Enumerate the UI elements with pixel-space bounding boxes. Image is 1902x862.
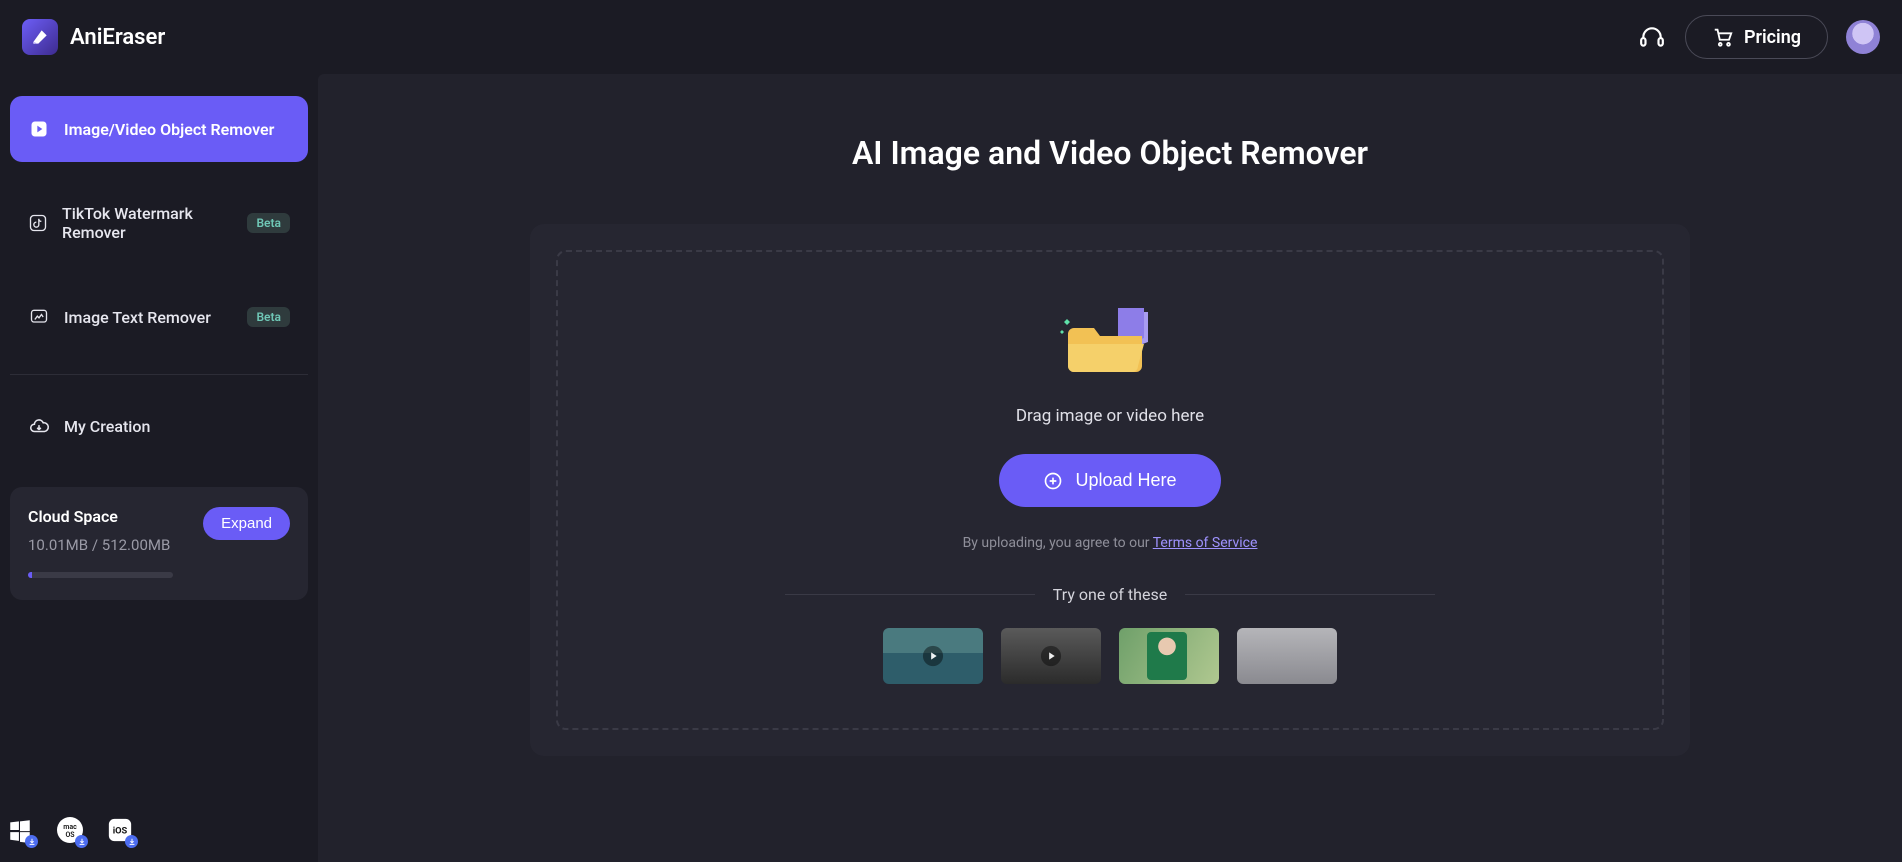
download-macos[interactable]: macOS	[56, 816, 84, 844]
plus-circle-icon	[1043, 471, 1063, 491]
play-icon	[883, 628, 983, 684]
support-icon[interactable]	[1637, 22, 1667, 52]
tiktok-icon	[28, 212, 48, 234]
download-windows[interactable]	[6, 816, 34, 844]
try-label: Try one of these	[1053, 585, 1167, 604]
sidebar-item-object-remover[interactable]: Image/Video Object Remover	[10, 96, 308, 162]
dropzone[interactable]: Drag image or video here Upload Here By …	[556, 250, 1664, 730]
divider	[785, 594, 1035, 595]
sidebar-item-tiktok-remover[interactable]: TikTok Watermark Remover Beta	[10, 182, 308, 264]
upload-button[interactable]: Upload Here	[999, 454, 1220, 507]
download-ios[interactable]: iOS	[106, 816, 134, 844]
play-icon	[1001, 628, 1101, 684]
cart-icon	[1712, 26, 1734, 48]
sidebar-item-text-remover[interactable]: Image Text Remover Beta	[10, 284, 308, 350]
pricing-button[interactable]: Pricing	[1685, 15, 1828, 59]
folder-illustration-icon	[1060, 304, 1160, 374]
page-title: AI Image and Video Object Remover	[318, 134, 1902, 172]
sample-thumbnail[interactable]	[1119, 628, 1219, 684]
divider	[10, 374, 308, 375]
sample-thumbnail[interactable]	[883, 628, 983, 684]
sample-thumbnail[interactable]	[1001, 628, 1101, 684]
tos-prefix: By uploading, you agree to our	[963, 535, 1153, 551]
sidebar-item-my-creation[interactable]: My Creation	[10, 393, 308, 459]
cloud-icon	[28, 415, 50, 437]
cloud-title: Cloud Space	[28, 507, 170, 526]
sidebar-item-label: Image Text Remover	[64, 308, 211, 327]
tos-link[interactable]: Terms of Service	[1153, 535, 1258, 551]
download-badge-icon	[75, 835, 88, 848]
cloud-progress-fill	[28, 572, 32, 578]
divider	[1185, 594, 1435, 595]
cloud-space-card: Cloud Space 10.01MB / 512.00MB Expand	[10, 487, 308, 600]
sidebar-item-label: Image/Video Object Remover	[64, 120, 274, 139]
cloud-used: 10.01MB	[28, 536, 88, 554]
sidebar: Image/Video Object Remover TikTok Waterm…	[0, 74, 318, 862]
svg-text:mac: mac	[63, 823, 77, 831]
sample-row	[558, 628, 1662, 684]
svg-text:iOS: iOS	[113, 826, 128, 837]
expand-button[interactable]: Expand	[203, 507, 290, 540]
image-text-icon	[28, 306, 50, 328]
avatar[interactable]	[1846, 20, 1880, 54]
beta-badge: Beta	[247, 213, 290, 233]
cloud-sep: /	[88, 536, 102, 554]
main-area: AI Image and Video Object Remover Drag i…	[318, 74, 1902, 862]
try-section: Try one of these	[558, 585, 1662, 604]
sidebar-item-label: My Creation	[64, 417, 150, 436]
os-download-row: macOS iOS	[6, 816, 134, 844]
top-bar: AniEraser Pricing	[0, 0, 1902, 74]
drag-text: Drag image or video here	[558, 406, 1662, 426]
play-square-icon	[28, 118, 50, 140]
sidebar-item-label: TikTok Watermark Remover	[62, 204, 233, 242]
app-name: AniEraser	[70, 25, 165, 50]
logo[interactable]: AniEraser	[22, 19, 165, 55]
download-badge-icon	[25, 835, 38, 848]
top-right: Pricing	[1637, 15, 1880, 59]
cloud-progress	[28, 572, 173, 578]
beta-badge: Beta	[247, 307, 290, 327]
svg-text:OS: OS	[65, 831, 75, 839]
tos-text: By uploading, you agree to our Terms of …	[558, 535, 1662, 551]
upload-panel: Drag image or video here Upload Here By …	[530, 224, 1690, 756]
logo-icon	[22, 19, 58, 55]
upload-label: Upload Here	[1075, 470, 1176, 491]
pricing-label: Pricing	[1744, 27, 1801, 48]
cloud-usage: 10.01MB / 512.00MB	[28, 536, 170, 554]
download-badge-icon	[125, 835, 138, 848]
sample-thumbnail[interactable]	[1237, 628, 1337, 684]
cloud-total: 512.00MB	[102, 536, 171, 554]
